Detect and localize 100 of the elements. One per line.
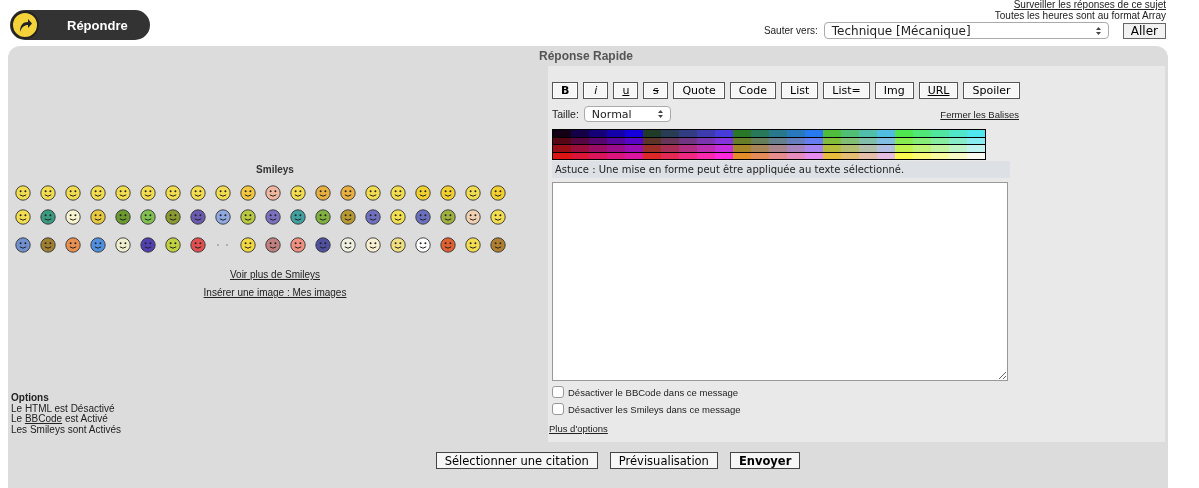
format-button[interactable]: B bbox=[552, 82, 579, 99]
smiley-icon[interactable] bbox=[414, 237, 431, 253]
format-button[interactable]: Img bbox=[874, 82, 914, 99]
smiley-icon[interactable] bbox=[389, 209, 406, 225]
formatting-tip: Astuce : Une mise en forme peut être appliquée au texte sélectionné. bbox=[552, 161, 1010, 178]
reply-button[interactable]: Répondre bbox=[10, 10, 150, 40]
message-input[interactable] bbox=[552, 182, 1008, 381]
smiley-icon[interactable] bbox=[164, 237, 181, 253]
smiley-icon[interactable] bbox=[439, 237, 456, 253]
smiley-icon[interactable] bbox=[364, 185, 381, 201]
smiley-icon[interactable] bbox=[14, 185, 31, 201]
smiley-icon[interactable] bbox=[264, 237, 281, 253]
size-label: Taille: bbox=[552, 108, 579, 120]
format-button[interactable]: List= bbox=[823, 82, 870, 99]
checkbox-label: Désactiver les Smileys dans ce message bbox=[568, 403, 741, 415]
format-button[interactable]: Spoiler bbox=[963, 82, 1020, 99]
smiley-icon[interactable] bbox=[264, 185, 281, 201]
format-button[interactable]: i bbox=[583, 82, 609, 99]
smiley-icon[interactable] bbox=[214, 209, 231, 225]
watch-topic-link[interactable]: Surveiller les réponses de ce sujet bbox=[1013, 0, 1166, 10]
smiley-icon[interactable] bbox=[39, 209, 56, 225]
action-button[interactable]: Prévisualisation bbox=[609, 452, 718, 469]
smiley-icon[interactable] bbox=[64, 237, 81, 253]
smiley-icon[interactable] bbox=[139, 185, 156, 201]
smiley-icon[interactable] bbox=[239, 237, 256, 253]
smiley-icon[interactable] bbox=[389, 185, 406, 201]
smiley-icon[interactable] bbox=[89, 209, 106, 225]
format-button[interactable]: Code bbox=[729, 82, 776, 99]
format-button[interactable]: u bbox=[613, 82, 639, 99]
smiley-icon[interactable] bbox=[114, 209, 131, 225]
options-heading: Options bbox=[11, 393, 49, 404]
smiley-icon[interactable] bbox=[364, 237, 381, 253]
bbcode-link[interactable]: BBCode bbox=[24, 413, 63, 424]
insert-image-link[interactable]: Insérer une image : Mes images bbox=[203, 287, 347, 298]
action-button[interactable]: Sélectionner une citation bbox=[435, 452, 598, 469]
smiley-icon[interactable] bbox=[289, 209, 306, 225]
smiley-icon[interactable] bbox=[239, 209, 256, 225]
smiley-icon[interactable] bbox=[339, 185, 356, 201]
option-status-text: Le BBCode est Activé bbox=[11, 414, 109, 425]
smiley-icon[interactable] bbox=[64, 209, 81, 225]
format-button[interactable]: Quote bbox=[673, 82, 725, 99]
forum-select[interactable]: Technique [Mécanique] bbox=[823, 22, 1109, 39]
smiley-icon[interactable] bbox=[339, 237, 356, 253]
smiley-icon[interactable] bbox=[264, 209, 281, 225]
smiley-icon[interactable] bbox=[89, 237, 106, 253]
smiley-icon[interactable] bbox=[364, 209, 381, 225]
action-button[interactable]: Envoyer bbox=[729, 452, 801, 469]
smiley-icon[interactable] bbox=[439, 209, 456, 225]
smiley-icon[interactable] bbox=[489, 237, 506, 253]
smiley-icon[interactable] bbox=[414, 185, 431, 201]
smiley-icon[interactable] bbox=[189, 209, 206, 225]
timezone-note: Toutes les heures sont au format Array bbox=[994, 10, 1166, 21]
format-button[interactable]: s bbox=[643, 82, 669, 99]
jump-label: Sauter vers: bbox=[763, 25, 818, 36]
more-options-link[interactable]: Plus d'options bbox=[549, 423, 1165, 434]
smiley-icon[interactable] bbox=[464, 209, 481, 225]
smileys-heading: Smileys bbox=[255, 164, 295, 175]
size-select[interactable]: Normal bbox=[583, 106, 671, 122]
smiley-icon[interactable] bbox=[39, 185, 56, 201]
smiley-icon[interactable] bbox=[339, 209, 356, 225]
close-tags-link[interactable]: Fermer les Balises bbox=[940, 108, 1019, 120]
smiley-icon[interactable] bbox=[164, 185, 181, 201]
smiley-icon[interactable] bbox=[389, 237, 406, 253]
more-smileys-link[interactable]: Voir plus de Smileys bbox=[229, 269, 320, 280]
smiley-icon[interactable] bbox=[139, 237, 156, 253]
smiley-icon[interactable] bbox=[289, 185, 306, 201]
updown-icon bbox=[657, 110, 663, 118]
smiley-icon[interactable] bbox=[314, 209, 331, 225]
checkbox[interactable] bbox=[552, 386, 564, 398]
smiley-icon[interactable] bbox=[189, 237, 206, 253]
smiley-icon[interactable] bbox=[39, 237, 56, 253]
smiley-icon[interactable] bbox=[289, 237, 306, 253]
smiley-icon[interactable] bbox=[414, 209, 431, 225]
smiley-icon[interactable] bbox=[464, 185, 481, 201]
smiley-icon[interactable] bbox=[489, 209, 506, 225]
smiley-icon[interactable] bbox=[114, 185, 131, 201]
option-status-text: Le HTML est Désactivé bbox=[11, 403, 116, 414]
updown-icon bbox=[1095, 26, 1101, 35]
checkbox[interactable] bbox=[552, 403, 564, 415]
smiley-icon[interactable] bbox=[14, 209, 31, 225]
format-button[interactable]: URL bbox=[918, 82, 959, 99]
quick-reply-title: Réponse Rapide bbox=[539, 48, 635, 65]
smiley-icon[interactable] bbox=[314, 185, 331, 201]
smiley-icon[interactable] bbox=[439, 185, 456, 201]
smiley-icon[interactable] bbox=[64, 185, 81, 201]
color-palette[interactable] bbox=[552, 129, 986, 160]
smiley-icon[interactable] bbox=[489, 185, 506, 201]
go-button[interactable]: Aller bbox=[1122, 22, 1166, 39]
format-button[interactable]: List bbox=[781, 82, 819, 99]
smiley-icon[interactable] bbox=[189, 185, 206, 201]
smiley-icon[interactable] bbox=[214, 185, 231, 201]
smiley-icon[interactable] bbox=[89, 185, 106, 201]
option-status-text: Les Smileys sont Activés bbox=[11, 424, 123, 435]
smiley-icon[interactable] bbox=[164, 209, 181, 225]
smiley-icon[interactable] bbox=[314, 237, 331, 253]
smiley-icon[interactable] bbox=[239, 185, 256, 201]
smiley-icon[interactable] bbox=[139, 209, 156, 225]
smiley-icon[interactable] bbox=[14, 237, 31, 253]
smiley-icon[interactable] bbox=[114, 237, 131, 253]
smiley-icon[interactable] bbox=[464, 237, 481, 253]
